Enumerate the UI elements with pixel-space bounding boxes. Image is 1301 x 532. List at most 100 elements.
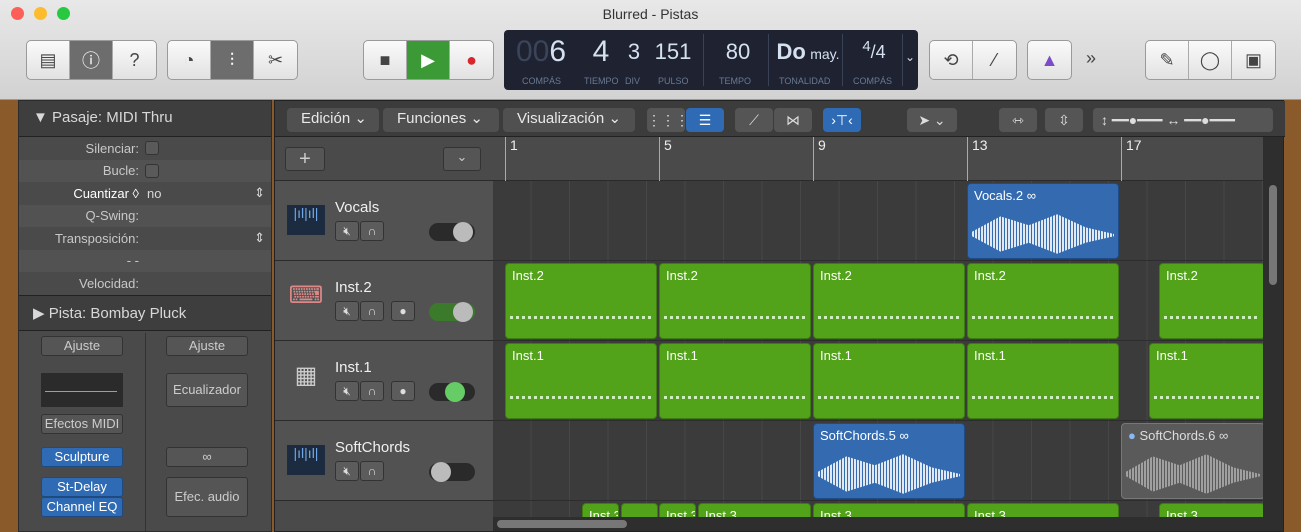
track-name[interactable]: SoftChords xyxy=(335,439,410,456)
smart-controls-button[interactable]: ◔ xyxy=(168,41,211,79)
mute-button[interactable]: 🔇︎ xyxy=(335,461,359,481)
solo-headphones-button[interactable]: ∩ xyxy=(360,221,384,241)
inspector-button[interactable]: ⓘ xyxy=(70,41,113,79)
track-on-toggle[interactable] xyxy=(429,462,475,482)
add-track-button[interactable]: + xyxy=(285,147,325,171)
solo-headphones-button[interactable]: ∩ xyxy=(360,461,384,481)
lane-inst1: Inst.1 Inst.1 Inst.1 Inst.1 Inst.1 xyxy=(493,341,1265,421)
list-view-button[interactable]: ☰ xyxy=(686,108,724,132)
flex-button[interactable]: ⋈ xyxy=(774,108,812,132)
notepad-button[interactable]: ✎ xyxy=(1146,41,1189,79)
midi-fx-slot[interactable]: Efectos MIDI xyxy=(41,414,123,434)
eq-button[interactable]: Ecualizador xyxy=(166,373,248,407)
lane-vocals: Vocals.2 ∞ xyxy=(493,181,1265,261)
metronome-group: ▲ xyxy=(1027,40,1072,80)
region-inspector-header[interactable]: ▼ Pasaje: MIDI Thru xyxy=(19,101,271,137)
zoom-vertical-fit-button[interactable]: ⇳ xyxy=(1045,108,1083,132)
track-header-inst2[interactable]: ⌨ Inst.2 🔇︎ ∩ ● xyxy=(275,261,493,341)
edit-menu[interactable]: Edición ⌄ xyxy=(287,108,379,132)
setting-button[interactable]: Ajuste xyxy=(166,336,248,356)
metronome-button[interactable]: ▲ xyxy=(1028,41,1071,79)
eq-thumbnail[interactable] xyxy=(41,373,123,407)
record-enable-button[interactable]: ● xyxy=(391,301,415,321)
library-button[interactable]: ▤ xyxy=(27,41,70,79)
horizontal-scrollbar[interactable] xyxy=(493,517,1265,531)
zoom-sliders[interactable]: ↕ ━━●━━━ ↔ ━━●━━━ xyxy=(1093,108,1273,132)
audio-region[interactable]: SoftChords.5 ∞ xyxy=(813,423,965,499)
stereo-link-button[interactable]: ∞ xyxy=(166,447,248,467)
track-inspector-header[interactable]: ▶ Pista: Bombay Pluck xyxy=(19,294,271,331)
tuner-button[interactable]: ⁄ xyxy=(973,41,1016,79)
quick-help-button[interactable]: ? xyxy=(113,41,156,79)
catch-button[interactable]: ›⊤‹ xyxy=(823,108,861,132)
instrument-slot[interactable]: Sculpture xyxy=(41,447,123,467)
midi-region[interactable]: Inst.1 xyxy=(505,343,657,419)
midi-region[interactable]: Inst.1 xyxy=(659,343,811,419)
window-title: Blurred - Pistas xyxy=(602,6,699,22)
arrange-area[interactable]: 1 5 9 13 17 Vocals.2 ∞ Inst.2 Inst.2 Ins… xyxy=(493,137,1265,531)
mixer-button[interactable]: ⫶ xyxy=(211,41,254,79)
quantize-label[interactable]: Cuantizar ◊ xyxy=(19,186,139,201)
record-button[interactable]: ● xyxy=(450,41,493,79)
zoom-horizontal-fit-button[interactable]: ⇿ xyxy=(999,108,1037,132)
mute-button[interactable]: 🔇︎ xyxy=(335,221,359,241)
mute-checkbox[interactable] xyxy=(145,141,159,156)
lcd-display[interactable]: 006 COMPÁS 4 TIEMPO 3 DIV 151 PULSO 80 T… xyxy=(504,30,918,90)
track-name[interactable]: Vocals xyxy=(335,199,379,216)
region-name: Inst.1 xyxy=(974,348,1006,363)
track-header-inst1[interactable]: ▦ Inst.1 🔇︎ ∩ ● xyxy=(275,341,493,421)
solo-headphones-button[interactable]: ∩ xyxy=(360,301,384,321)
track-on-toggle[interactable] xyxy=(429,302,475,322)
region-name: SoftChords.6 xyxy=(1139,428,1216,443)
quantize-select[interactable]: no xyxy=(147,186,254,201)
stop-button[interactable]: ■ xyxy=(364,41,407,79)
drum-machine-icon: ▦ xyxy=(294,362,318,389)
browser-button[interactable]: ▣ xyxy=(1232,41,1275,79)
track-on-toggle[interactable] xyxy=(429,222,475,242)
lcd-sig-num: 4 xyxy=(862,38,871,55)
functions-menu[interactable]: Funciones ⌄ xyxy=(383,108,499,132)
audio-region[interactable]: Vocals.2 ∞ xyxy=(967,183,1119,259)
audio-region-muted[interactable]: ● SoftChords.6 ∞ xyxy=(1121,423,1265,499)
editor-buttons: ◔ ⫶ ✂ xyxy=(167,40,298,80)
play-button[interactable]: ▶ xyxy=(407,41,450,79)
vertical-scrollbar[interactable] xyxy=(1263,137,1283,531)
midi-region[interactable]: Inst.2 xyxy=(659,263,811,339)
track-name[interactable]: Inst.2 xyxy=(335,279,372,296)
solo-headphones-button[interactable]: ∩ xyxy=(360,381,384,401)
view-buttons: ▤ ⓘ ? xyxy=(26,40,157,80)
midi-region[interactable]: Inst.1 xyxy=(813,343,965,419)
midi-region[interactable]: Inst.2 xyxy=(967,263,1119,339)
midi-region[interactable]: Inst.2 xyxy=(505,263,657,339)
midi-region[interactable]: Inst.2 xyxy=(813,263,965,339)
cycle-button[interactable]: ⟲ xyxy=(930,41,973,79)
track-name[interactable]: Inst.1 xyxy=(335,359,372,376)
track-header-vocals[interactable]: |ıl|ıl| Vocals 🔇︎ ∩ xyxy=(275,181,493,261)
track-header-softchords[interactable]: |ıl|ıl| SoftChords 🔇︎ ∩ xyxy=(275,421,493,501)
setting-button[interactable]: Ajuste xyxy=(41,336,123,356)
automation-button[interactable]: ⟋ xyxy=(735,108,773,132)
audio-fx-slot[interactable]: St-Delay xyxy=(41,477,123,497)
more-button[interactable]: » xyxy=(1086,48,1096,69)
lcd-bar: 6 xyxy=(549,35,567,68)
global-tracks-button[interactable]: ⌄ xyxy=(443,147,481,171)
audio-fx-slot[interactable]: Efec. audio xyxy=(166,477,248,517)
loop-checkbox[interactable] xyxy=(145,163,159,178)
grid-view-button[interactable]: ⋮⋮⋮ xyxy=(647,108,689,132)
loop-browser-button[interactable]: ◯ xyxy=(1189,41,1232,79)
midi-region[interactable]: Inst.1 xyxy=(1149,343,1265,419)
ruler-bar-label: 17 xyxy=(1121,137,1142,181)
track-on-toggle[interactable] xyxy=(429,382,475,402)
view-menu[interactable]: Visualización ⌄ xyxy=(503,108,635,132)
editors-button[interactable]: ✂ xyxy=(254,41,297,79)
record-enable-button[interactable]: ● xyxy=(391,381,415,401)
audio-fx-slot[interactable]: Channel EQ xyxy=(41,497,123,517)
midi-region[interactable]: Inst.1 xyxy=(967,343,1119,419)
lcd-menu-chevron-icon[interactable]: ⌄ xyxy=(905,50,915,64)
mute-button[interactable]: 🔇︎ xyxy=(335,381,359,401)
transpose-select[interactable]: ⇕ xyxy=(254,230,265,246)
ruler[interactable]: 1 5 9 13 17 xyxy=(493,137,1265,181)
mute-button[interactable]: 🔇︎ xyxy=(335,301,359,321)
midi-region[interactable]: Inst.2 xyxy=(1159,263,1265,339)
pointer-tool-select[interactable]: ➤ ⌄ xyxy=(907,108,957,132)
